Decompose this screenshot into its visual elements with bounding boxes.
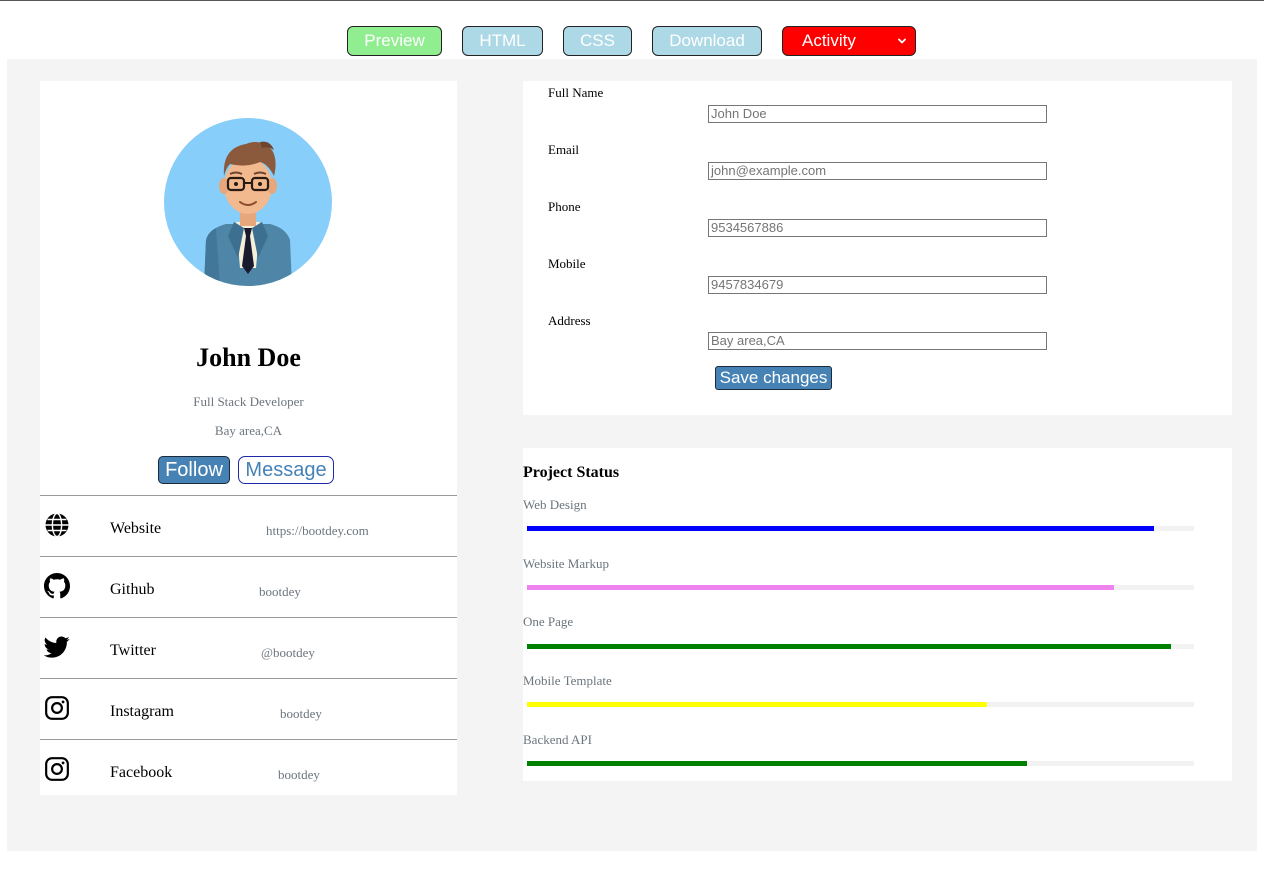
full-name-label: Full Name <box>548 85 604 100</box>
project-label: Mobile Template <box>523 673 612 688</box>
social-value[interactable]: https://bootdey.com <box>266 523 369 539</box>
project-label: Web Design <box>523 497 587 512</box>
instagram-icon <box>45 696 69 720</box>
progress-fill <box>527 585 1114 590</box>
social-label: Github <box>110 581 155 598</box>
address-input[interactable]: Bay area,CA <box>708 332 1047 350</box>
mobile-label: Mobile <box>548 256 586 271</box>
social-row-website[interactable]: Website https://bootdey.com <box>40 495 457 556</box>
progress-fill <box>527 644 1171 649</box>
social-value[interactable]: @bootdey <box>261 645 315 661</box>
social-label: Instagram <box>110 703 174 720</box>
globe-icon <box>45 512 69 538</box>
email-label: Email <box>548 142 580 157</box>
project-status-card: Project Status Web Design Website Markup… <box>523 448 1232 781</box>
preview-button[interactable]: Preview <box>347 26 442 56</box>
progress-track <box>527 526 1194 531</box>
progress-fill <box>527 702 988 707</box>
chevron-down-icon <box>898 38 906 44</box>
project-label: Website Markup <box>523 556 609 571</box>
phone-label: Phone <box>548 199 581 214</box>
progress-track <box>527 702 1194 707</box>
follow-button[interactable]: Follow <box>158 456 230 484</box>
social-label: Website <box>110 520 162 537</box>
activity-select[interactable]: Activity <box>782 26 916 56</box>
profile-title: Full Stack Developer <box>193 394 304 409</box>
avatar-illustration <box>204 141 292 286</box>
profile-form: Full Name John Doe Email john@example.co… <box>523 81 1232 415</box>
progress-fill <box>527 526 1154 531</box>
social-row-twitter[interactable]: Twitter @bootdey <box>40 617 457 678</box>
email-input[interactable]: john@example.com <box>708 162 1047 180</box>
html-button[interactable]: HTML <box>462 26 543 56</box>
twitter-icon <box>44 636 70 658</box>
social-value[interactable]: bootdey <box>280 706 322 722</box>
social-row-github[interactable]: Github bootdey <box>40 556 457 617</box>
social-row-instagram[interactable]: Instagram bootdey <box>40 678 457 739</box>
progress-track <box>527 585 1194 590</box>
address-label: Address <box>548 313 591 328</box>
progress-fill <box>527 761 1028 766</box>
save-changes-button[interactable]: Save changes <box>715 366 832 390</box>
progress-track <box>527 644 1194 649</box>
social-value[interactable]: bootdey <box>278 767 320 783</box>
project-label: One Page <box>523 614 574 629</box>
activity-select-label: Activity <box>802 31 856 50</box>
full-name-input[interactable]: John Doe <box>708 105 1047 123</box>
social-row-facebook[interactable]: Facebook bootdey <box>40 739 457 795</box>
project-label: Backend API <box>523 732 592 747</box>
progress-track <box>527 761 1194 766</box>
css-button[interactable]: CSS <box>563 26 632 56</box>
social-value[interactable]: bootdey <box>259 584 301 600</box>
social-label: Twitter <box>110 642 156 659</box>
top-divider <box>0 0 1264 1</box>
phone-input[interactable]: 9534567886 <box>708 219 1047 237</box>
project-status-title: Project Status <box>523 464 620 481</box>
message-button[interactable]: Message <box>238 456 334 484</box>
download-button[interactable]: Download <box>652 26 762 56</box>
mobile-input[interactable]: 9457834679 <box>708 276 1047 294</box>
instagram-icon <box>45 757 69 781</box>
github-icon <box>44 573 70 599</box>
profile-name: John Doe <box>196 343 301 372</box>
profile-location: Bay area,CA <box>214 423 283 438</box>
avatar <box>164 118 332 286</box>
social-label: Facebook <box>110 764 173 781</box>
profile-card: John Doe Full Stack Developer Bay area,C… <box>40 81 457 795</box>
